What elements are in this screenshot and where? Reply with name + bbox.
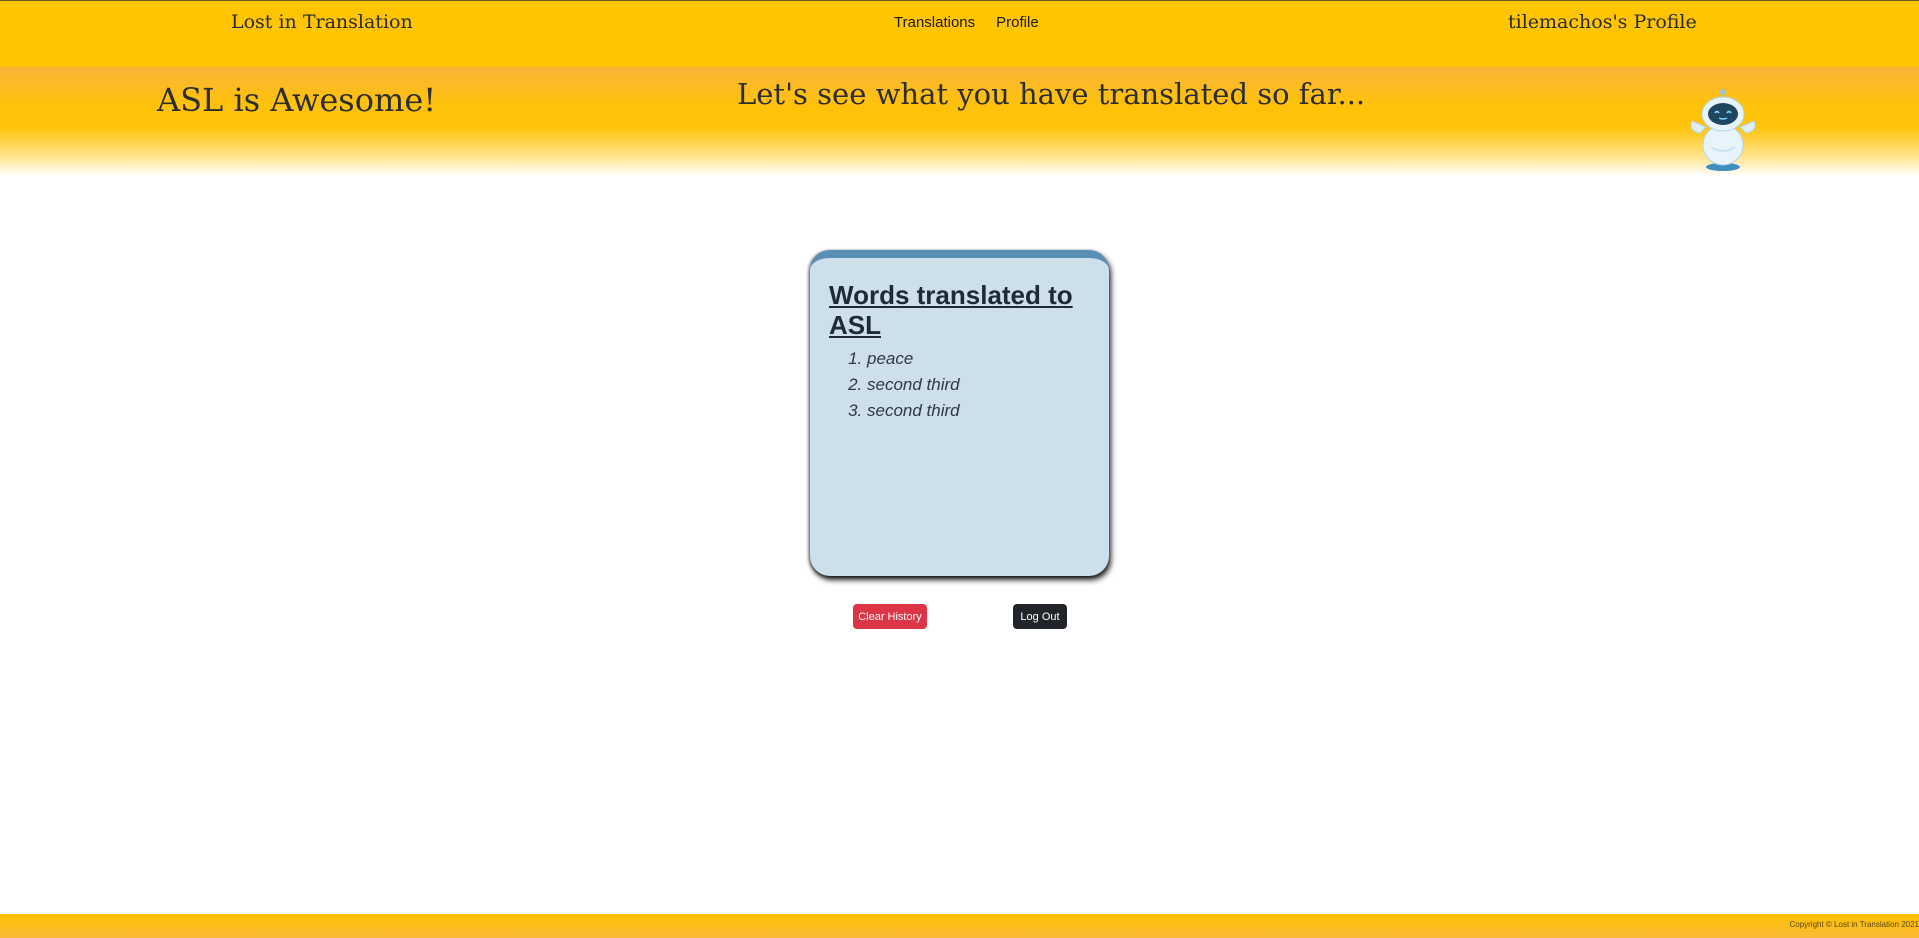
copyright-text: Copyright © Lost in Translation 2021 xyxy=(1789,920,1919,929)
top-navbar: Lost in Translation Translations Profile… xyxy=(0,0,1919,67)
user-profile-link[interactable]: tilemachos's Profile xyxy=(1508,11,1697,33)
hero-banner: ASL is Awesome! Let's see what you have … xyxy=(0,67,1919,176)
nav-link-translations[interactable]: Translations xyxy=(894,14,975,31)
robot-mascot-icon xyxy=(1690,89,1756,171)
list-item: second third xyxy=(867,372,1091,398)
nav-links: Translations Profile xyxy=(894,14,1039,31)
hero-title: ASL is Awesome! xyxy=(157,81,437,119)
log-out-button[interactable]: Log Out xyxy=(1013,604,1067,629)
page-footer: Copyright © Lost in Translation 2021 xyxy=(0,914,1919,938)
nav-link-profile[interactable]: Profile xyxy=(996,14,1039,31)
translation-history-card: Words translated to ASL peace second thi… xyxy=(810,250,1109,576)
list-item: peace xyxy=(867,346,1091,372)
clear-history-button[interactable]: Clear History xyxy=(853,604,927,629)
hero-subtitle: Let's see what you have translated so fa… xyxy=(737,77,1366,111)
card-title: Words translated to ASL xyxy=(829,280,1073,340)
brand-link[interactable]: Lost in Translation xyxy=(231,11,413,33)
list-item: second third xyxy=(867,398,1091,424)
translated-words-list: peace second third second third xyxy=(829,346,1091,424)
